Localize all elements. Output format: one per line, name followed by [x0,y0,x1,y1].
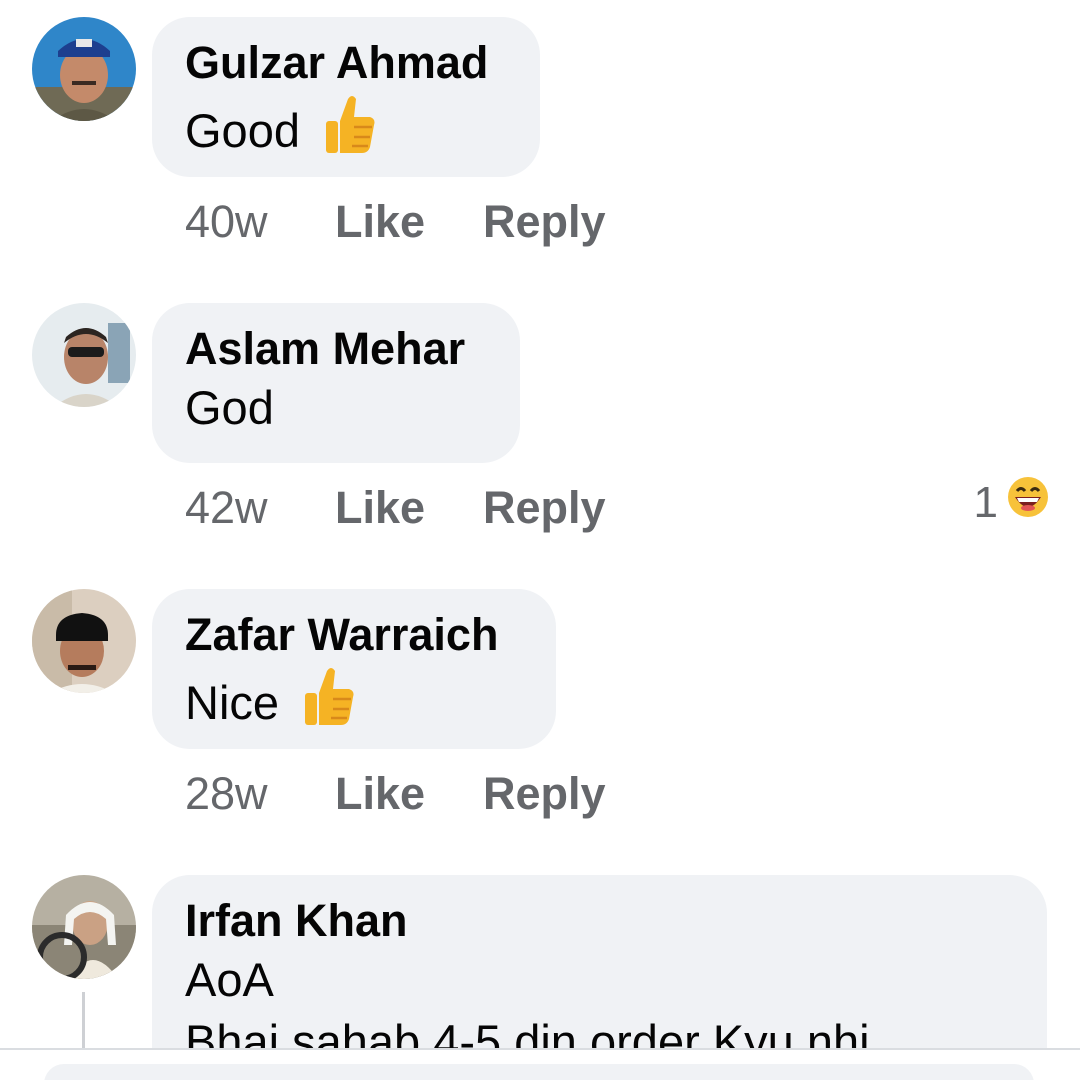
comment-text-body: AoA [185,953,274,1006]
comment-bubble: Gulzar Ahmad Good [152,17,540,177]
reply-thread-line [82,992,85,1052]
comment-age: 28w [185,768,268,819]
comment-bubble: Aslam Mehar God [152,303,520,463]
avatar-photo [32,303,136,407]
divider [0,1048,1080,1050]
avatar-photo [32,17,136,121]
thumbs-up-icon [322,91,378,170]
comment-text: Nice [185,663,522,742]
avatar[interactable] [32,875,136,979]
comment-author[interactable]: Gulzar Ahmad [185,35,506,91]
reply-button[interactable]: Reply [483,483,606,533]
like-button[interactable]: Like [335,197,483,247]
avatar-photo [32,589,136,693]
comment-author[interactable]: Aslam Mehar [185,321,486,377]
comment-compose-input[interactable] [44,1064,1034,1080]
comment-text: AoA [185,949,1013,1011]
comment-text-body: God [185,381,274,434]
reply-button[interactable]: Reply [483,769,606,819]
laughing-emoji-icon [1006,475,1050,530]
comment-author[interactable]: Zafar Warraich [185,607,522,663]
comment-author[interactable]: Irfan Khan [185,893,1013,949]
comment-bubble: Zafar Warraich Nice [152,589,556,749]
comment-list: Gulzar Ahmad Good 40w Like Reply Aslam M… [0,0,1080,1080]
like-button[interactable]: Like [335,769,483,819]
comment-age: 42w [185,482,268,533]
avatar-photo [32,875,136,979]
like-button[interactable]: Like [335,483,483,533]
comment-text: God [185,377,486,439]
avatar[interactable] [32,303,136,407]
reply-button[interactable]: Reply [483,197,606,247]
comment-text-body: Good [185,103,300,157]
comment-actions: 42w Like Reply [185,483,606,533]
comment-text: Good [185,91,506,170]
reaction-summary[interactable]: 1 [974,475,1050,530]
comment-actions: 28w Like Reply [185,769,606,819]
comment-text-body: Nice [185,675,280,729]
avatar[interactable] [32,17,136,121]
comment-actions: 40w Like Reply [185,197,606,247]
avatar[interactable] [32,589,136,693]
comment-age: 40w [185,196,268,247]
thumbs-up-icon [301,663,357,742]
reaction-count: 1 [973,477,998,527]
